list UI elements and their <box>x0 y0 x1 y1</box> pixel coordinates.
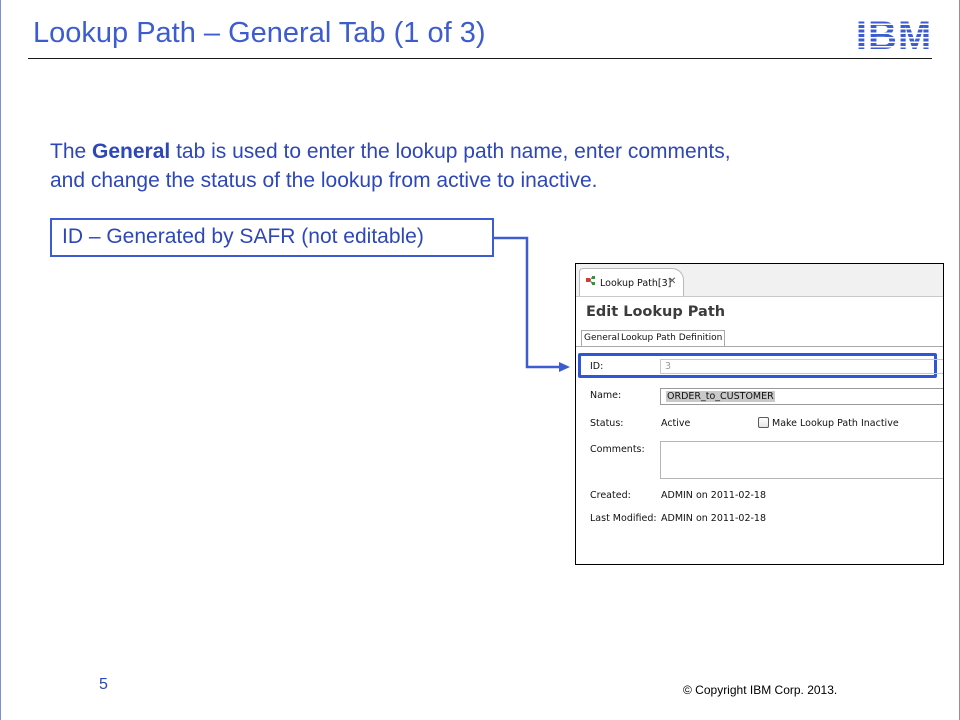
comments-label: Comments: <box>590 444 645 455</box>
name-value: ORDER_to_CUSTOMER <box>666 391 775 402</box>
tab-general[interactable]: General <box>581 330 623 347</box>
editor-tab-label: Lookup Path[3] <box>600 278 672 289</box>
title-divider <box>28 58 932 59</box>
lookup-path-icon <box>586 276 595 285</box>
intro-prefix: The <box>50 140 93 163</box>
id-callout-box: ID – Generated by SAFR (not editable) <box>50 218 494 257</box>
make-inactive-label[interactable]: Make Lookup Path Inactive <box>772 418 899 429</box>
intro-line2: and change the status of the lookup from… <box>50 169 598 192</box>
slide-title: Lookup Path – General Tab (1 of 3) <box>33 17 486 49</box>
name-field[interactable]: ORDER_to_CUSTOMER <box>660 388 943 405</box>
editor-tab-lookup-path[interactable]: Lookup Path[3] ✕ <box>579 268 684 296</box>
edit-heading: Edit Lookup Path <box>586 304 726 320</box>
id-label: ID: <box>590 361 604 372</box>
last-modified-label: Last Modified: <box>590 513 657 524</box>
tab-lookup-path-definition[interactable]: Lookup Path Definition <box>619 330 726 347</box>
status-value: Active <box>661 418 691 429</box>
comments-field[interactable] <box>660 441 943 479</box>
ibm-logo-text: IBM <box>856 16 932 52</box>
tab-divider <box>576 346 943 347</box>
lookup-path-editor-screenshot: Lookup Path[3] ✕ Edit Lookup Path Genera… <box>575 263 944 565</box>
name-label: Name: <box>590 390 622 401</box>
slide-frame-left <box>0 0 1 720</box>
editor-tab-strip: Lookup Path[3] ✕ <box>576 264 943 297</box>
created-label: Created: <box>590 490 631 501</box>
created-value: ADMIN on 2011-02-18 <box>661 490 767 501</box>
intro-line1-rest: tab is used to enter the lookup path nam… <box>170 140 731 163</box>
copyright-notice: © Copyright IBM Corp. 2013. <box>683 683 838 697</box>
make-inactive-checkbox[interactable] <box>758 417 769 428</box>
page-number: 5 <box>99 676 108 693</box>
last-modified-value: ADMIN on 2011-02-18 <box>661 513 767 524</box>
intro-paragraph: The General tab is used to enter the loo… <box>50 137 870 195</box>
close-icon[interactable]: ✕ <box>668 276 676 287</box>
id-field: 3 <box>660 359 943 374</box>
ibm-logo: IBM <box>856 16 932 52</box>
status-label: Status: <box>590 418 624 429</box>
intro-bold-general: General <box>92 140 171 163</box>
